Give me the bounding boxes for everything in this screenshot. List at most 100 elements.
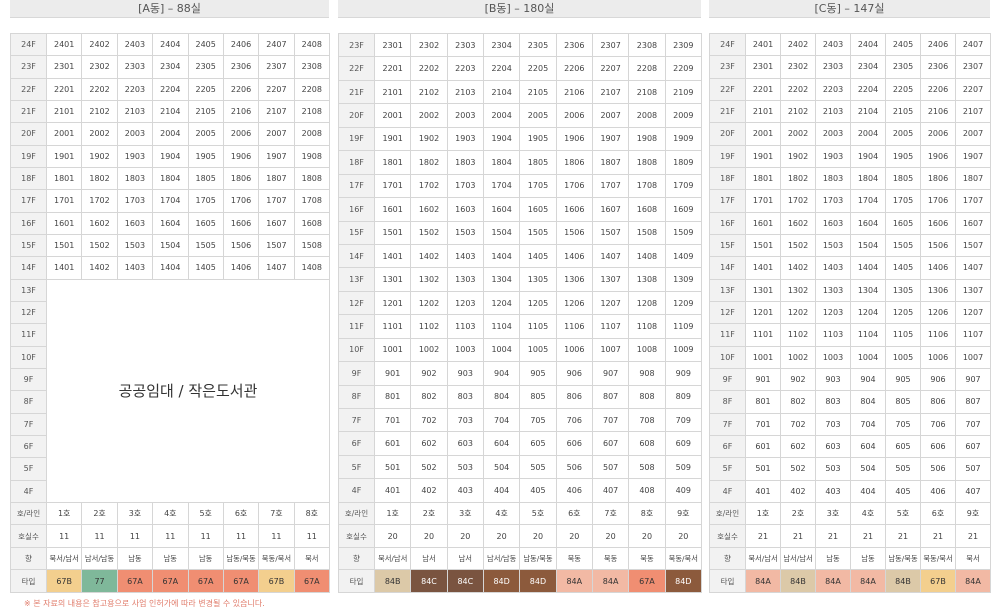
unit-cell: 1403 <box>815 256 851 280</box>
unit-count-cell: 11 <box>222 524 260 548</box>
unit-cell: 603 <box>446 431 484 456</box>
unit-cell: 1802 <box>780 166 816 191</box>
unit-cell: 1904 <box>482 126 521 152</box>
unit-cell: 1406 <box>555 243 593 269</box>
floor-label: 17F <box>10 189 47 213</box>
unit-cell: 2402 <box>780 32 816 57</box>
floor-label: 16F <box>338 197 375 222</box>
unit-count-cell: 20 <box>482 524 521 548</box>
unit-cell: 1705 <box>519 173 557 199</box>
unit-count-row: 호실수 21 21 21 21 21 21 21 <box>709 524 991 548</box>
type-row-label: 타입 <box>338 569 375 593</box>
unit-cell: 1807 <box>955 166 991 191</box>
unit-cell: 2301 <box>373 32 412 58</box>
unit-cell: 2206 <box>920 77 956 101</box>
unit-cell: 803 <box>446 384 484 410</box>
unit-cell: 1602 <box>81 211 118 235</box>
unit-cell: 1807 <box>258 166 295 191</box>
unit-cell: 1801 <box>373 150 412 175</box>
unit-cell: 1001 <box>745 345 781 369</box>
unit-cell: 401 <box>373 478 412 503</box>
floor-row: 9F 901 902 903 904 905 906 907 908 909 <box>338 361 702 386</box>
unit-cell: 2405 <box>885 32 921 57</box>
floor-row: 23F 2301 2302 2303 2304 2305 2306 2307 2308 <box>10 55 331 79</box>
unit-cell: 702 <box>410 407 448 433</box>
floor-label: 8F <box>709 390 746 414</box>
unit-cell: 2103 <box>815 99 851 124</box>
floor-label: 23F <box>709 55 746 79</box>
direction-cell: 북서 <box>293 546 331 571</box>
unit-cell: 2008 <box>628 103 666 128</box>
unit-cell: 2406 <box>222 32 260 57</box>
unit-cell: 1605 <box>519 197 557 222</box>
unit-cell: 1605 <box>187 211 224 235</box>
unit-cell: 1501 <box>373 220 412 245</box>
unit-cell: 1705 <box>187 189 224 213</box>
type-cell: 67B <box>920 569 956 593</box>
type-cell: 67A <box>293 569 331 593</box>
unit-cell: 509 <box>664 454 702 480</box>
unit-cell: 1302 <box>410 267 448 292</box>
unit-cell: 2205 <box>187 77 224 101</box>
floor-label: 9F <box>10 367 47 392</box>
unit-cell: 1204 <box>482 290 521 316</box>
unit-cell: 2203 <box>815 77 851 101</box>
floor-row: 18F 1801 1802 1803 1804 1805 1806 1807 1808 <box>10 166 331 191</box>
unit-cell: 605 <box>885 434 921 459</box>
unit-cell: 804 <box>482 384 521 410</box>
unit-cell: 2002 <box>410 103 448 128</box>
unit-cell: 1005 <box>885 345 921 369</box>
unit-cell: 1607 <box>591 197 630 222</box>
unit-cell: 2304 <box>482 32 521 58</box>
unit-cell: 1703 <box>446 173 484 199</box>
unit-cell: 507 <box>955 457 991 481</box>
floor-row: 14F 1401 1402 1403 1404 1405 1406 1407 1408 <box>10 256 331 280</box>
unit-count-cell: 20 <box>373 524 412 548</box>
unit-cell: 807 <box>955 390 991 414</box>
unit-count-cell: 11 <box>116 524 154 548</box>
floor-label: 10F <box>338 337 375 363</box>
unit-cell: 409 <box>664 478 702 503</box>
unit-cell: 406 <box>920 479 956 503</box>
direction-cell: 남동/북동 <box>519 546 557 571</box>
unit-cell: 1902 <box>780 144 816 168</box>
unit-cell: 1404 <box>850 256 886 280</box>
unit-cell: 1306 <box>920 278 956 302</box>
unit-cell: 1805 <box>519 150 557 175</box>
floor-label: 23F <box>10 55 47 79</box>
unit-cell: 1601 <box>373 197 412 222</box>
unit-cell: 1305 <box>519 267 557 292</box>
unit-cell: 2202 <box>780 77 816 101</box>
unit-cell: 1908 <box>628 126 666 152</box>
unit-cell: 2206 <box>555 56 593 81</box>
unit-cell: 708 <box>628 407 666 433</box>
unit-cell: 1506 <box>920 233 956 258</box>
unit-cell: 1604 <box>850 211 886 235</box>
floor-label: 19F <box>338 126 375 152</box>
unit-cell: 405 <box>519 478 557 503</box>
unit-cell: 2402 <box>81 32 118 57</box>
type-row-label: 타입 <box>709 569 746 593</box>
unit-cell: 608 <box>628 431 666 456</box>
type-cell: 84D <box>519 569 557 593</box>
unit-cell: 1307 <box>955 278 991 302</box>
ho-cell: 7호 <box>258 501 295 526</box>
unit-count-cell: 21 <box>745 524 781 548</box>
unit-cell: 2107 <box>955 99 991 124</box>
unit-cell: 705 <box>519 407 557 433</box>
unit-cell: 901 <box>373 361 412 386</box>
unit-cell: 2008 <box>293 122 331 146</box>
unit-cell: 904 <box>850 367 886 392</box>
unit-cell: 1401 <box>373 243 412 269</box>
unit-cell: 1201 <box>745 300 781 325</box>
unit-count-cell: 21 <box>780 524 816 548</box>
unit-cell: 1903 <box>815 144 851 168</box>
unit-cell: 1604 <box>482 197 521 222</box>
unit-cell: 806 <box>920 390 956 414</box>
unit-cell: 2107 <box>258 99 295 124</box>
floor-label: 21F <box>10 99 47 124</box>
direction-cell: 북동/북서 <box>664 546 702 571</box>
unit-cell: 2407 <box>955 32 991 57</box>
unit-cell: 1205 <box>885 300 921 325</box>
unit-cell: 1405 <box>885 256 921 280</box>
